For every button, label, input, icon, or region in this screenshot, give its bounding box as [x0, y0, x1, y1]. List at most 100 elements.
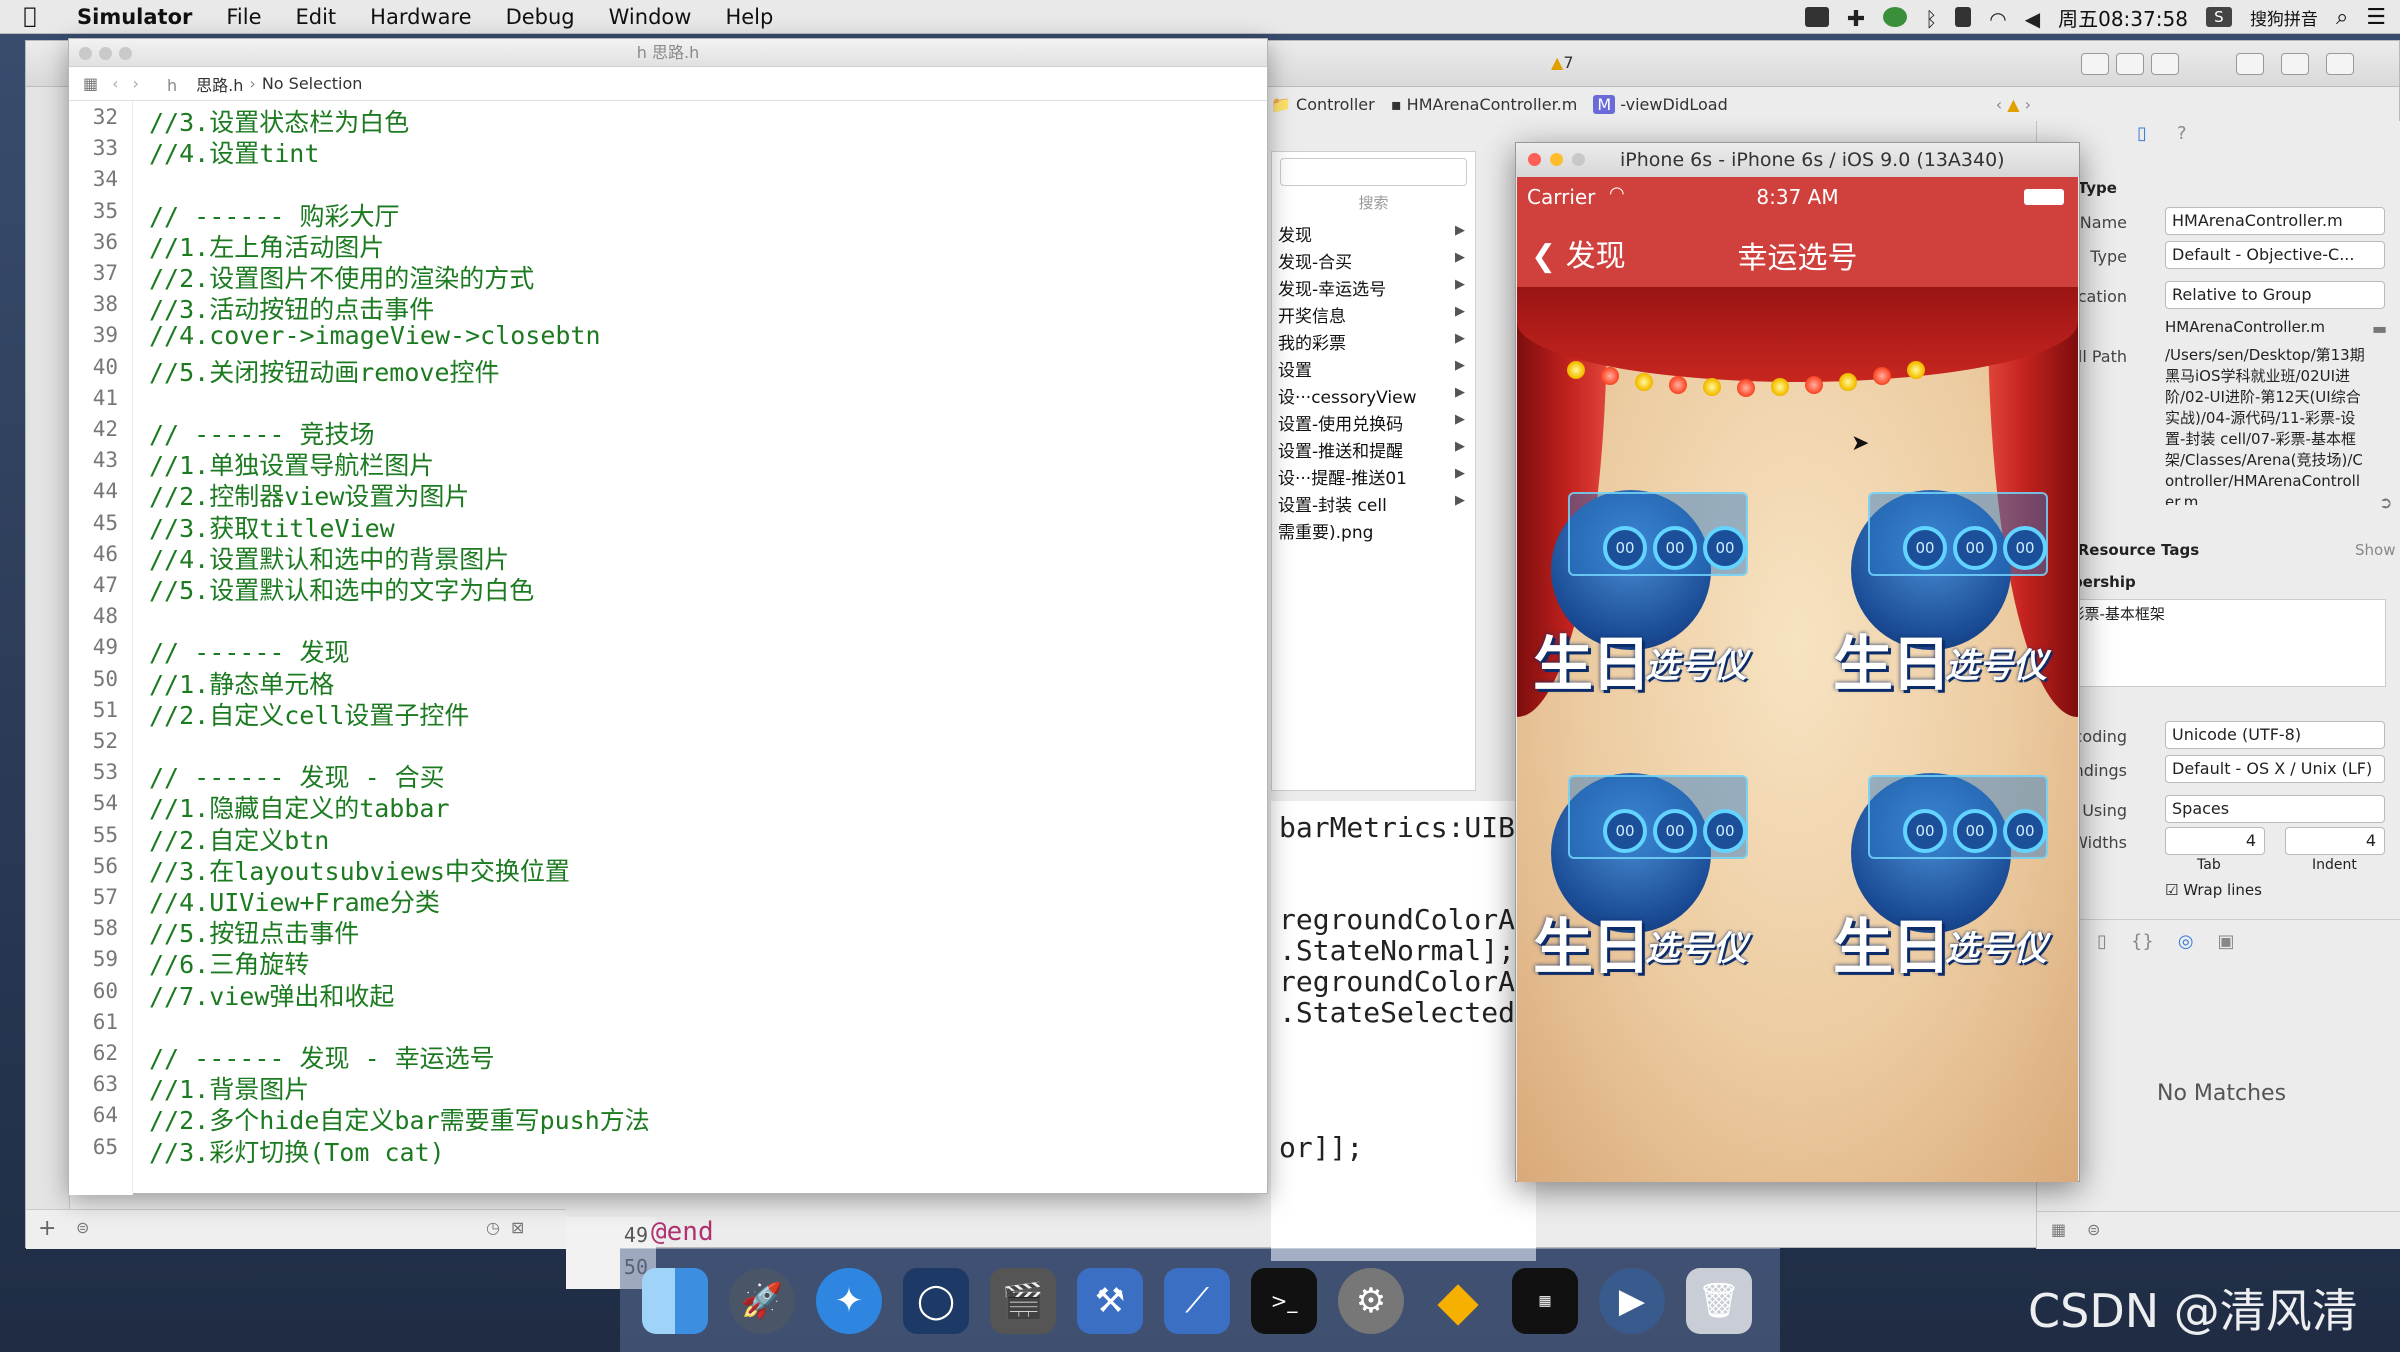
navigator-toggle-button[interactable]	[2236, 53, 2264, 75]
input-method-label[interactable]: 搜狗拼音	[2250, 5, 2318, 30]
lucky-button-birthday[interactable]: 00 00 00 生日 选号仪	[1833, 482, 2063, 712]
wifi-icon[interactable]: ◠	[1989, 7, 2006, 31]
back-arrow-icon[interactable]: ‹	[112, 74, 118, 93]
menu-debug[interactable]: Debug	[489, 5, 592, 29]
trash-icon[interactable]: 🗑	[1686, 1267, 1752, 1334]
object-library-icon[interactable]: ◎	[2178, 931, 2194, 952]
standard-editor-button[interactable]	[2081, 53, 2109, 75]
code-comment-line[interactable]: //3.彩灯切换(Tom cat)	[149, 1133, 445, 1169]
code-comment-line[interactable]: //5.关闭按钮动画remove控件	[149, 353, 500, 389]
menu-window[interactable]: Window	[592, 5, 709, 29]
lucky-button-birthday[interactable]: 00 00 00 生日 选号仪	[1533, 482, 1763, 712]
recent-files-icon[interactable]: ◷	[486, 1218, 500, 1237]
sim-zoom-button[interactable]	[1572, 153, 1585, 166]
reveal-arrow-icon[interactable]: ➲	[2379, 493, 2392, 512]
menu-file[interactable]: File	[209, 5, 278, 29]
type-select[interactable]: Default - Objective-C...	[2165, 241, 2385, 269]
sync-icon[interactable]	[1883, 7, 1908, 27]
quick-help-icon[interactable]: ?	[2177, 123, 2187, 144]
related-items-icon[interactable]: ▦	[83, 74, 98, 93]
filter-icon[interactable]: ⊜	[76, 1218, 89, 1237]
tab-width-field[interactable]: 4	[2165, 827, 2265, 855]
jump-nav-arrows[interactable]: ‹ ▲ ›	[1996, 95, 2031, 114]
filter-icon[interactable]: ⊜	[2087, 1220, 2100, 1239]
minimize-button[interactable]	[99, 47, 112, 60]
grid-view-icon[interactable]: ▦	[2051, 1220, 2066, 1239]
odr-show-button[interactable]: Show	[2355, 541, 2395, 559]
keynote-icon[interactable]: 🎬	[990, 1267, 1056, 1334]
jump-no-selection[interactable]: No Selection	[262, 74, 363, 93]
sim-close-button[interactable]	[1528, 153, 1541, 166]
sketch-icon[interactable]: ◆	[1425, 1268, 1491, 1334]
volume-icon[interactable]: ◀	[2025, 7, 2040, 31]
terminal-icon[interactable]: >_	[1251, 1267, 1317, 1334]
plus-icon[interactable]: ✚	[1847, 7, 1865, 32]
location-select[interactable]: Relative to Group	[2165, 281, 2385, 309]
screen-record-icon[interactable]	[1804, 7, 1829, 27]
version-editor-button[interactable]	[2151, 53, 2179, 75]
launchpad-icon[interactable]: 🚀	[729, 1267, 795, 1334]
file-row[interactable]: 设置-推送和提醒 ▶	[1272, 437, 1475, 464]
add-file-icon[interactable]: +	[38, 1216, 56, 1241]
sim-minimize-button[interactable]	[1550, 153, 1563, 166]
spotlight-search-icon[interactable]: ⌕	[2336, 5, 2348, 30]
endings-select[interactable]: Default - OS X / Unix (LF)	[2165, 755, 2385, 783]
menu-app-name[interactable]: Simulator	[60, 5, 209, 29]
file-row[interactable]: 开奖信息 ▶	[1272, 302, 1475, 329]
source-control-icon[interactable]: ⊠	[511, 1218, 524, 1237]
code-comment-line[interactable]: //4.设置tint	[149, 134, 319, 170]
indent-width-field[interactable]: 4	[2285, 827, 2385, 855]
indent-using-select[interactable]: Spaces	[2165, 795, 2385, 823]
lucky-button-birthday[interactable]: 00 00 00 生日 选号仪	[1533, 765, 1763, 995]
file-row[interactable]: 设置-使用兑换码 ▶	[1272, 410, 1475, 437]
lock-icon[interactable]	[1955, 7, 1972, 27]
mouse-icon[interactable]: ◯	[903, 1267, 969, 1334]
jump-h-file[interactable]: h 思路.h	[153, 72, 243, 96]
warning-indicator[interactable]: ▲7	[1551, 53, 1574, 72]
file-row[interactable]: 设···cessoryView ▶	[1272, 383, 1475, 410]
safari-icon[interactable]: ✦	[816, 1267, 882, 1334]
code-comment-line[interactable]: //5.设置默认和选中的文字为白色	[149, 571, 534, 607]
media-library-icon[interactable]: ▣	[2218, 931, 2235, 952]
file-row[interactable]: 我的彩票 ▶	[1272, 329, 1475, 356]
menu-clock[interactable]: 周五08:37:58	[2058, 3, 2188, 32]
close-button[interactable]	[79, 47, 92, 60]
jump-file[interactable]: ▪ HMArenaController.m	[1391, 95, 1578, 114]
folder-icon[interactable]: ▬	[2372, 319, 2387, 338]
system-preferences-icon[interactable]: ⚙	[1338, 1267, 1404, 1334]
code-comment-line[interactable]: //4.cover->imageView->closebtn	[149, 321, 601, 350]
menu-edit[interactable]: Edit	[279, 5, 354, 29]
file-inspector-icon[interactable]: ▯	[2137, 123, 2147, 144]
finder-icon[interactable]	[642, 1267, 708, 1334]
file-row[interactable]: 发现 ▶	[1272, 221, 1475, 248]
file-template-library-icon[interactable]: ▯	[2097, 931, 2107, 952]
quicktime-icon[interactable]: ▶	[1599, 1267, 1665, 1334]
file-row[interactable]: 设置-封装 cell ▶	[1272, 491, 1475, 518]
xcode-icon[interactable]: ⚒	[1077, 1267, 1143, 1334]
encoding-select[interactable]: Unicode (UTF-8)	[2165, 721, 2385, 749]
file-row[interactable]: 设···提醒-推送01 ▶	[1272, 464, 1475, 491]
code-comment-line[interactable]: //7.view弹出和收起	[149, 977, 394, 1013]
file-row[interactable]: 发现-合买 ▶	[1272, 248, 1475, 275]
instruments-icon[interactable]: ⟋	[1164, 1267, 1230, 1334]
menu-hardware[interactable]: Hardware	[353, 5, 488, 29]
code-comment-line[interactable]: //2.自定义cell设置子控件	[149, 696, 469, 732]
jump-folder[interactable]: 📁 Controller	[1271, 95, 1375, 114]
name-field[interactable]: HMArenaController.m	[2165, 207, 2385, 235]
jump-method[interactable]: M -viewDidLoad	[1593, 94, 1728, 114]
bluetooth-icon[interactable]: ᛒ	[1925, 7, 1937, 31]
lucky-button-birthday[interactable]: 00 00 00 生日 选号仪	[1833, 765, 2063, 995]
forward-arrow-icon[interactable]: ›	[133, 74, 139, 93]
assistant-editor-button[interactable]	[2116, 53, 2144, 75]
file-search-input[interactable]	[1280, 158, 1467, 186]
simulator-titlebar[interactable]: iPhone 6s - iPhone 6s / iOS 9.0 (13A340)	[1516, 143, 2079, 177]
menu-help[interactable]: Help	[708, 5, 790, 29]
apple-menu-icon[interactable]: 	[0, 4, 60, 29]
notification-center-icon[interactable]: ☰	[2366, 5, 2386, 30]
debug-area-toggle-button[interactable]	[2281, 53, 2309, 75]
utilities-toggle-button[interactable]	[2326, 53, 2354, 75]
zoom-button[interactable]	[119, 47, 132, 60]
code-snippet-library-icon[interactable]: {}	[2131, 931, 2154, 952]
file-row[interactable]: 发现-幸运选号 ▶	[1272, 275, 1475, 302]
console-icon[interactable]: ▦	[1512, 1267, 1578, 1334]
